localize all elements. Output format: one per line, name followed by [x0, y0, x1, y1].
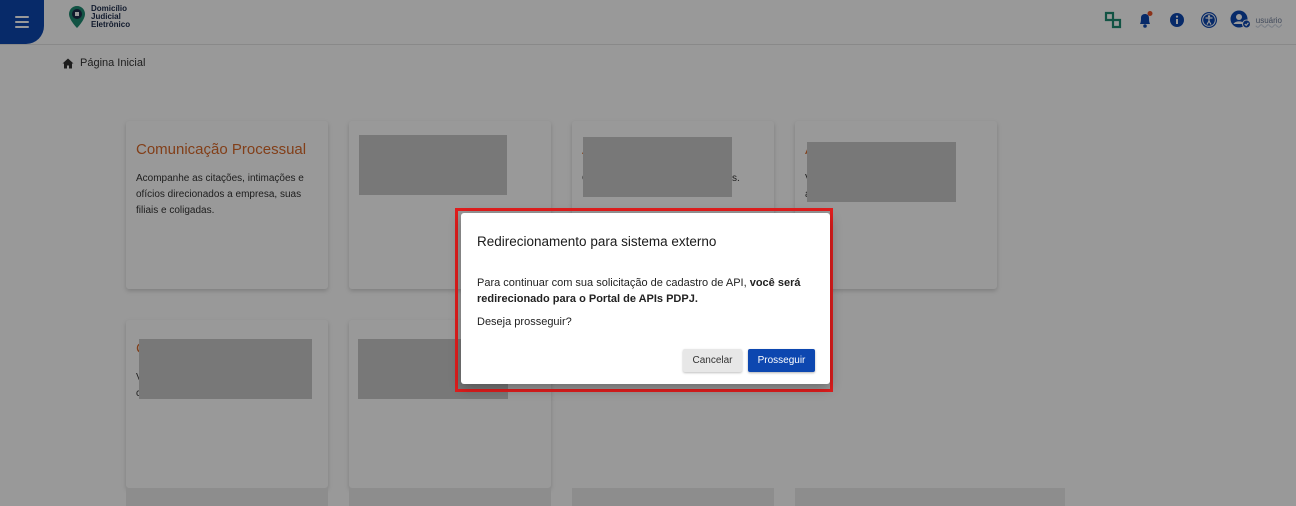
dialog-title: Redirecionamento para sistema externo — [477, 234, 717, 249]
redirect-dialog: Redirecionamento para sistema externo Pa… — [461, 213, 830, 384]
cancel-button[interactable]: Cancelar — [683, 349, 742, 372]
dialog-message: Para continuar com sua solicitação de ca… — [477, 277, 801, 305]
dialog-question: Deseja prosseguir? — [477, 316, 572, 328]
proceed-button[interactable]: Prosseguir — [748, 349, 815, 372]
